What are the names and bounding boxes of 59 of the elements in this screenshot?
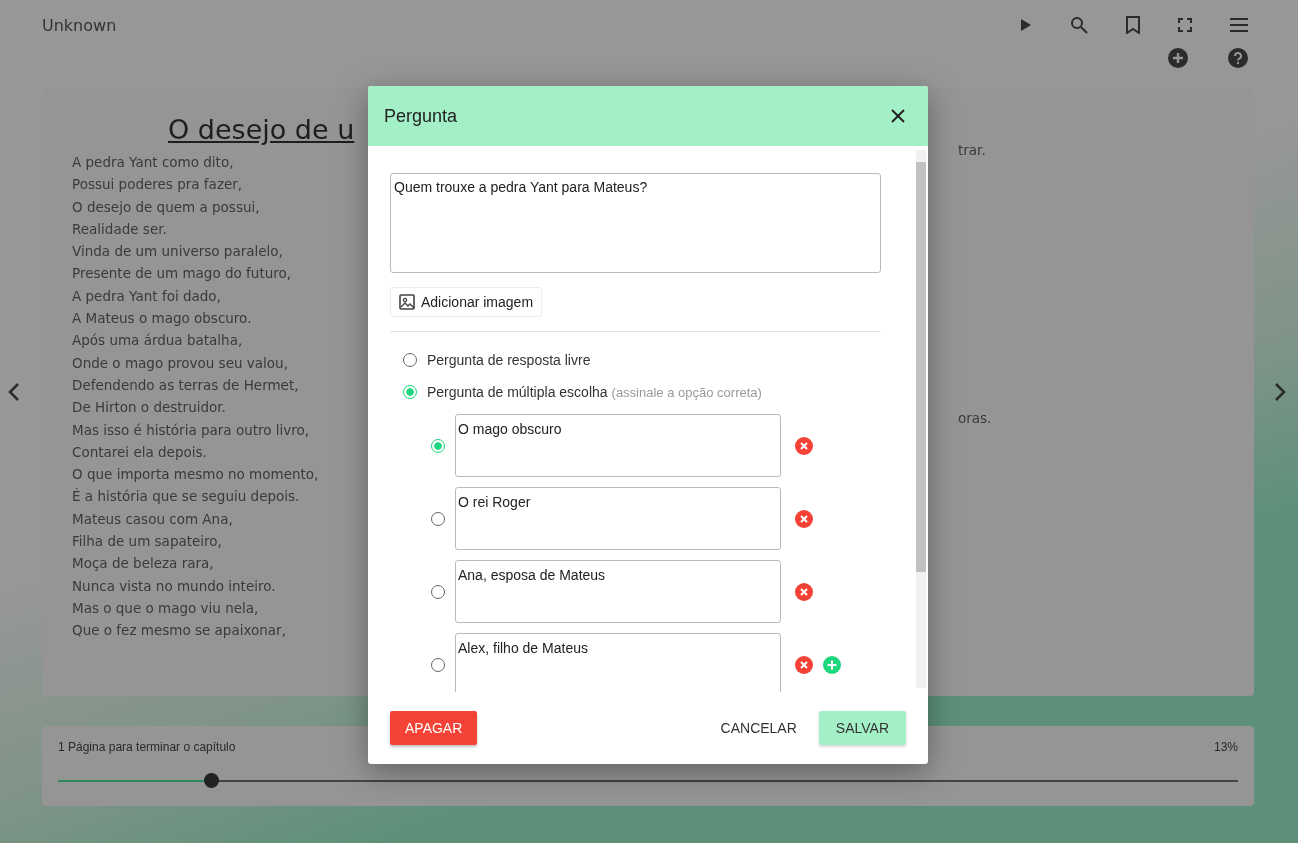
fullscreen-icon[interactable] bbox=[1178, 18, 1192, 32]
poem-line: Nunca vista no mundo inteiro. bbox=[72, 576, 276, 596]
poem-line: Filha de um sapateiro, bbox=[72, 532, 222, 552]
answer-field[interactable]: O mago obscuro bbox=[455, 414, 781, 477]
poem-line: Contarei ela depois. bbox=[72, 442, 207, 462]
book-title: Unknown bbox=[42, 15, 117, 35]
radio-button[interactable] bbox=[403, 385, 417, 399]
answer-field[interactable]: Ana, esposa de Mateus bbox=[455, 560, 781, 623]
save-button[interactable]: SALVAR bbox=[818, 711, 906, 745]
play-icon[interactable] bbox=[1020, 18, 1032, 32]
image-icon bbox=[399, 294, 415, 310]
poem-line: A Mateus o mago obscuro. bbox=[72, 309, 252, 329]
progress-percent: 13% bbox=[1213, 740, 1238, 754]
delete-button[interactable]: APAGAR bbox=[390, 711, 478, 745]
bookmark-icon[interactable] bbox=[1126, 16, 1140, 34]
question-type-label[interactable]: Pergunta de múltipla escolha (assinale a opção correta) bbox=[427, 384, 762, 400]
poem-line: Mas isso é história para outro livro, bbox=[72, 420, 310, 440]
answer-field[interactable]: O rei Roger bbox=[455, 487, 781, 550]
help-icon[interactable] bbox=[1228, 48, 1248, 68]
add-icon[interactable] bbox=[1168, 48, 1188, 68]
radio-button[interactable] bbox=[431, 438, 445, 453]
poem-line: O que importa mesmo no momento, bbox=[72, 465, 319, 485]
poem-line: O desejo de quem a possui, bbox=[72, 197, 260, 217]
poem-line: É a história que se seguiu depois. bbox=[72, 487, 300, 507]
question-field[interactable]: Quem trouxe a pedra Yant para Mateus? bbox=[390, 173, 881, 273]
progress-label: 1 Página para terminar o capítulo bbox=[58, 740, 236, 754]
poem-line: Defendendo as terras de Hermet, bbox=[72, 375, 299, 395]
text-fragment: oras. bbox=[958, 410, 992, 426]
remove-icon[interactable] bbox=[795, 582, 813, 601]
poem-line: Que o fez mesmo se apaixonar, bbox=[72, 621, 286, 641]
poem-line: Após uma árdua batalha, bbox=[72, 331, 243, 351]
text-fragment: trar. bbox=[958, 142, 986, 158]
remove-icon[interactable] bbox=[795, 655, 813, 674]
poem-line: Moça de beleza rara, bbox=[72, 554, 214, 574]
poem-line: Possui poderes pra fazer, bbox=[72, 175, 243, 195]
poem-line: Vinda de um universo paralelo, bbox=[72, 242, 283, 262]
chapter-title: O desejo de u bbox=[168, 114, 355, 145]
scrollbar[interactable] bbox=[916, 150, 926, 688]
remove-icon[interactable] bbox=[795, 436, 813, 455]
poem-line: A pedra Yant foi dado, bbox=[72, 286, 221, 306]
chevron-left-icon[interactable] bbox=[8, 382, 20, 402]
remove-icon[interactable] bbox=[795, 509, 813, 528]
chevron-right-icon[interactable] bbox=[1274, 382, 1286, 402]
poem-line: Mas o que o mago viu nela, bbox=[72, 598, 259, 618]
poem-line: Mateus casou com Ana, bbox=[72, 509, 233, 529]
poem-line: Onde o mago provou seu valou, bbox=[72, 353, 288, 373]
slider-thumb[interactable] bbox=[204, 773, 220, 788]
close-icon[interactable] bbox=[891, 109, 905, 123]
answer-field[interactable]: Alex, filho de Mateus bbox=[455, 633, 781, 692]
question-type-label[interactable]: Pergunta de resposta livre bbox=[427, 352, 591, 368]
poem-line: Realidade ser. bbox=[72, 219, 167, 239]
poem-line: Presente de um mago do futuro, bbox=[72, 264, 292, 284]
menu-icon[interactable] bbox=[1230, 18, 1248, 32]
poem-line: De Hirton o destruidor. bbox=[72, 398, 226, 418]
poem-line: A pedra Yant como dito, bbox=[72, 153, 234, 172]
dialog-title: Pergunta bbox=[384, 105, 458, 127]
add-image-button[interactable]: Adicionar imagem bbox=[390, 287, 543, 317]
search-icon[interactable] bbox=[1070, 16, 1088, 34]
cancel-button[interactable]: CANCELAR bbox=[708, 711, 809, 745]
